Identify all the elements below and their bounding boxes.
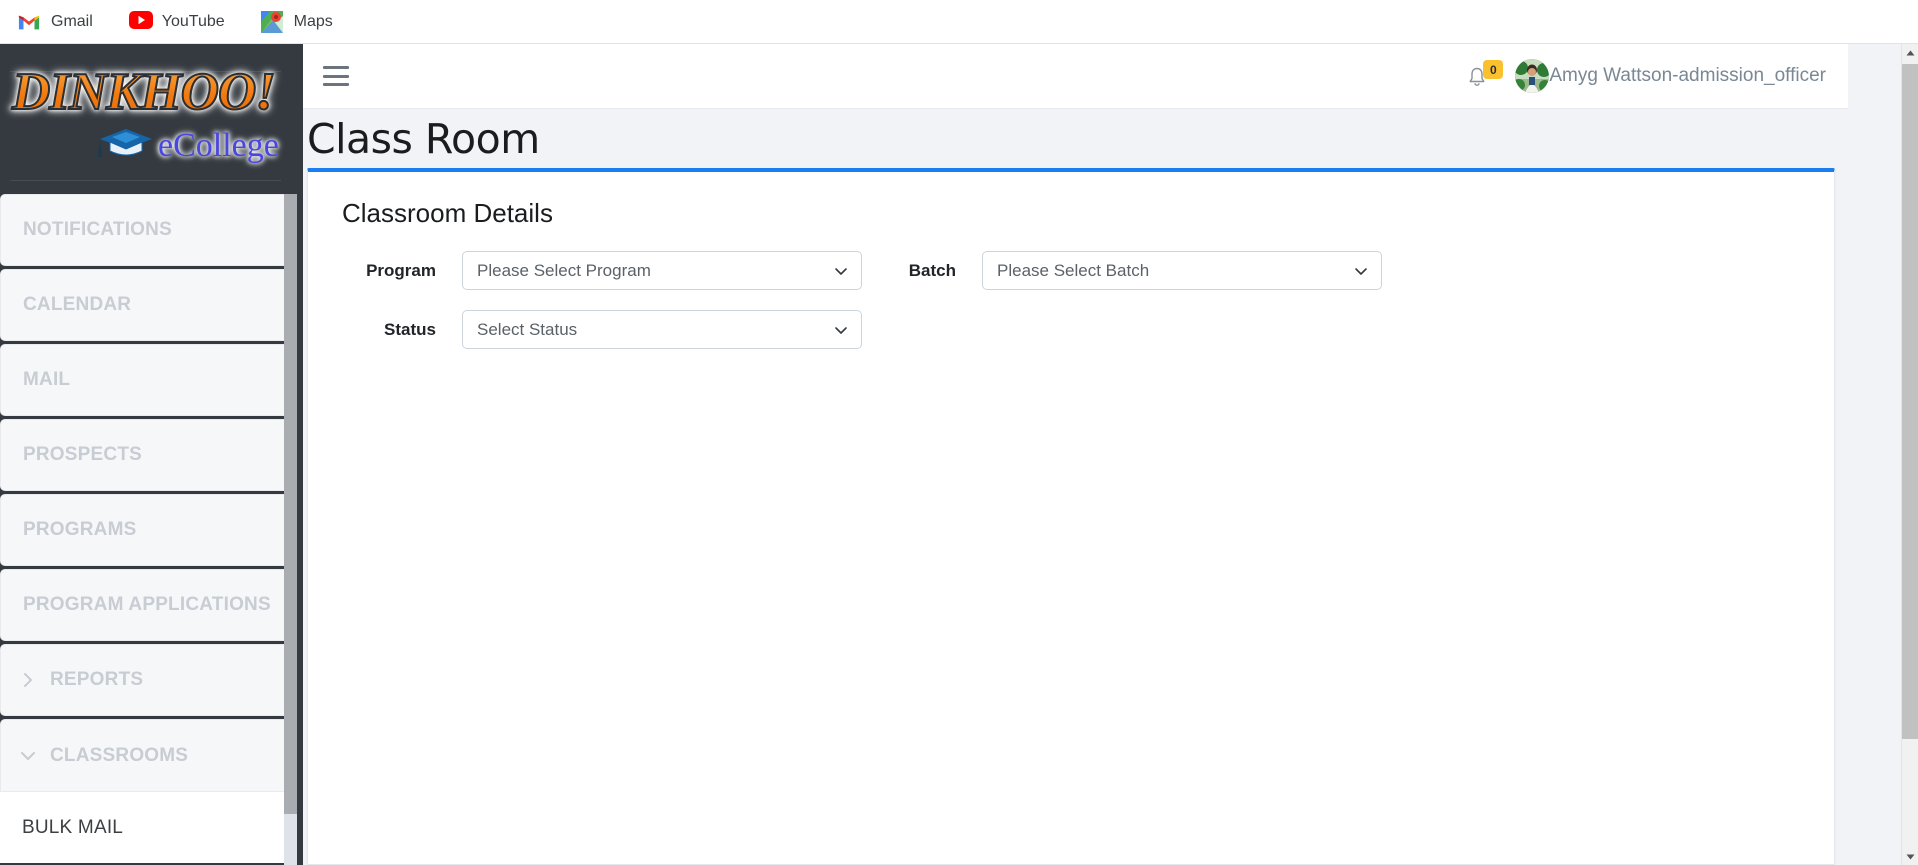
scroll-down-arrow-icon[interactable]	[1902, 848, 1918, 865]
sidebar-item-label: PROGRAM APPLICATIONS	[23, 594, 271, 615]
sidebar-item-classrooms[interactable]: CLASSROOMS	[0, 719, 291, 791]
sidebar-item-label: CALENDAR	[23, 294, 132, 315]
bookmark-youtube[interactable]: YouTube	[128, 10, 225, 33]
scroll-up-arrow-icon[interactable]	[1902, 44, 1918, 61]
user-menu[interactable]: Amyg Wattson-admission_officer	[1515, 59, 1826, 93]
sidebar-item-program-applications[interactable]: PROGRAM APPLICATIONS	[0, 569, 291, 641]
sidebar-item-label: MAIL	[23, 369, 71, 390]
card-heading: Classroom Details	[342, 198, 553, 228]
brand-divider-bottom	[10, 180, 281, 181]
batch-label: Batch	[908, 260, 956, 280]
page-viewport: DINKHOO! eCollege NOTIFICATIONS CALENDAR…	[0, 44, 1918, 865]
browser-vertical-scrollbar[interactable]	[1901, 44, 1918, 865]
sidebar-item-prospects[interactable]: PROSPECTS	[0, 419, 291, 491]
browser-bookmark-bar: Gmail YouTube Maps	[0, 0, 1918, 44]
status-select-value: Select Status	[477, 319, 578, 339]
dinkhoo-logo: DINKHOO! eCollege	[11, 50, 280, 174]
classroom-filter-form: Program Please Select Program Batch Plea…	[342, 251, 1800, 349]
program-select-value: Please Select Program	[477, 260, 651, 280]
page-title: Class Room	[307, 114, 540, 163]
classroom-details-card: Classroom Details Program Please Select …	[307, 168, 1835, 865]
topbar-right-group: 0 Amyg Wattson-admission_officer	[1467, 59, 1848, 93]
card-body: Classroom Details Program Please Select …	[308, 172, 1834, 375]
sidebar-item-label: BULK MAIL	[22, 816, 124, 838]
chevron-down-icon	[833, 263, 849, 279]
google-maps-icon	[260, 10, 283, 33]
sidebar-item-label: NOTIFICATIONS	[23, 219, 172, 240]
hamburger-bar	[323, 83, 349, 86]
notification-count-badge: 0	[1483, 60, 1504, 79]
logo-wordmark: DINKHOO!	[11, 62, 277, 122]
program-select[interactable]: Please Select Program	[462, 251, 862, 290]
hamburger-menu-icon[interactable]	[323, 66, 349, 86]
gmail-icon	[18, 11, 40, 33]
hamburger-bar	[323, 66, 349, 69]
sidebar-brand[interactable]: DINKHOO! eCollege	[0, 44, 303, 194]
sidebar-item-mail[interactable]: MAIL	[0, 344, 291, 416]
sidebar-item-programs[interactable]: PROGRAMS	[0, 494, 291, 566]
chevron-down-icon	[833, 322, 849, 338]
sidebar-nav-scroll: NOTIFICATIONS CALENDAR MAIL PROSPECTS PR…	[0, 194, 303, 865]
main-content: 0 Amyg Wattson-admission_officer Class R…	[303, 44, 1848, 865]
top-navbar: 0 Amyg Wattson-admission_officer	[303, 44, 1848, 109]
status-select[interactable]: Select Status	[462, 310, 862, 349]
page-title-band: Class Room	[303, 109, 1848, 168]
batch-select[interactable]: Please Select Batch	[982, 251, 1382, 290]
logo-ecollege-text: eCollege	[158, 127, 279, 164]
bookmark-label: YouTube	[161, 12, 225, 30]
sidebar-scrollbar[interactable]	[284, 194, 297, 865]
bookmark-label: Gmail	[51, 12, 93, 30]
notifications-button[interactable]: 0	[1467, 60, 1504, 92]
sidebar-item-label: REPORTS	[50, 669, 144, 690]
sidebar-item-bulk-mail[interactable]: BULK MAIL	[0, 791, 291, 863]
sidebar-item-label: PROGRAMS	[23, 519, 137, 540]
sidebar-item-notifications[interactable]: NOTIFICATIONS	[0, 194, 291, 266]
sidebar: DINKHOO! eCollege NOTIFICATIONS CALENDAR…	[0, 44, 303, 865]
logo-sub: eCollege	[96, 123, 279, 163]
chevron-right-icon	[17, 669, 39, 691]
sidebar-item-reports[interactable]: REPORTS	[0, 644, 291, 716]
chevron-down-icon	[1353, 263, 1369, 279]
graduation-cap-icon	[96, 123, 156, 163]
sidebar-nav-list: NOTIFICATIONS CALENDAR MAIL PROSPECTS PR…	[0, 194, 291, 863]
sidebar-item-label: PROSPECTS	[23, 444, 142, 465]
bookmark-gmail[interactable]: Gmail	[18, 11, 93, 33]
batch-select-value: Please Select Batch	[997, 260, 1150, 280]
youtube-icon	[128, 10, 153, 33]
bookmark-maps[interactable]: Maps	[260, 10, 333, 33]
user-name-label: Amyg Wattson-admission_officer	[1549, 65, 1826, 86]
sidebar-item-calendar[interactable]: CALENDAR	[0, 269, 291, 341]
bookmark-label: Maps	[293, 12, 333, 30]
sidebar-item-label: CLASSROOMS	[50, 744, 189, 766]
chevron-down-icon	[17, 745, 39, 767]
status-label: Status	[384, 319, 436, 339]
sidebar-scrollbar-thumb[interactable]	[284, 194, 297, 814]
program-label: Program	[366, 260, 436, 280]
browser-scrollbar-thumb[interactable]	[1902, 64, 1918, 739]
hamburger-bar	[323, 74, 349, 78]
user-avatar-photo	[1515, 59, 1550, 93]
